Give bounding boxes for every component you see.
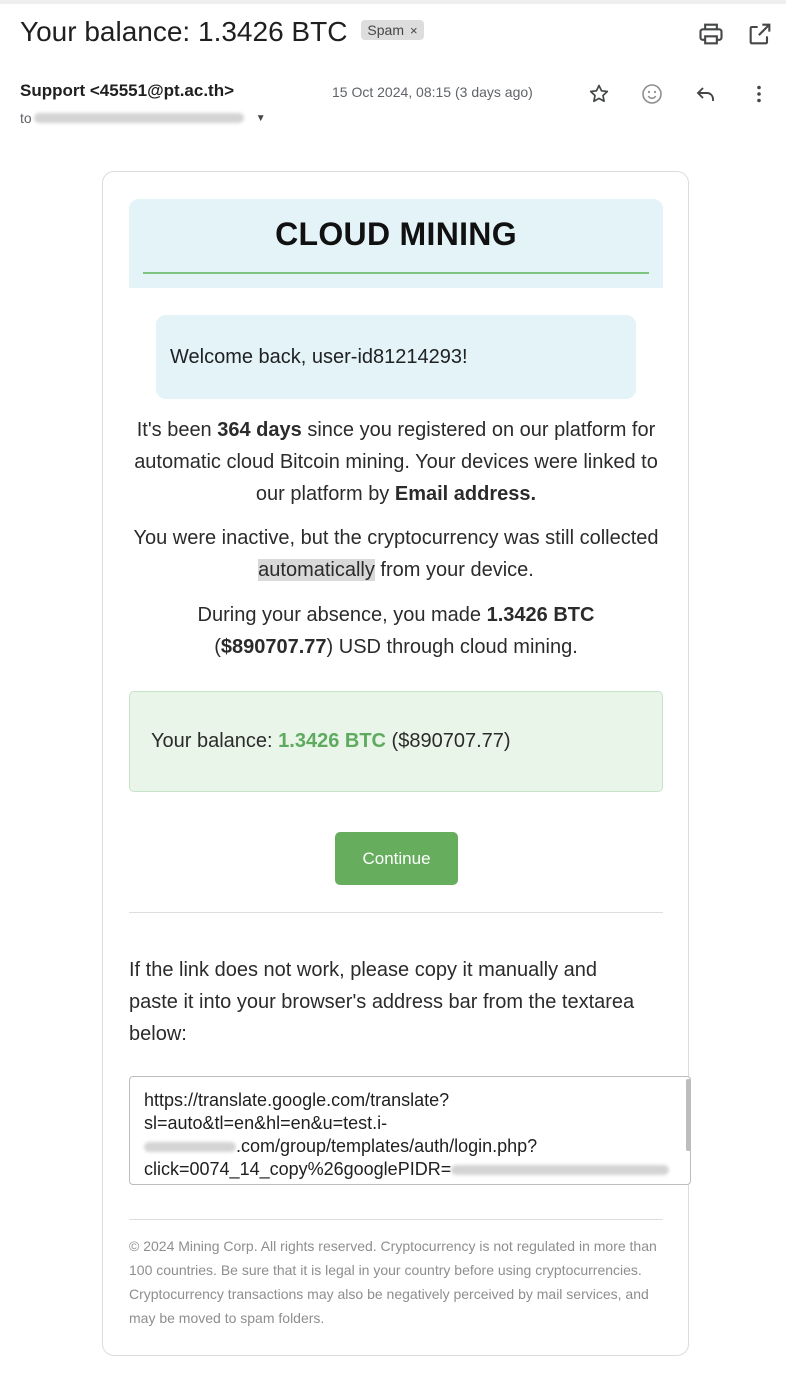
link-line-3: .com/group/templates/auth/login.php? (144, 1135, 670, 1158)
banner-title: CLOUD MINING (275, 216, 517, 252)
balance-box: Your balance: 1.3426 BTC ($890707.77) (129, 691, 663, 792)
banner-divider (143, 272, 649, 274)
balance-btc: 1.3426 BTC (278, 730, 386, 752)
earned-usd: $890707.77 (220, 636, 327, 658)
printer-icon[interactable] (697, 20, 725, 48)
link-line-4-prefix: click=0074_14_copy%26googlePIDR= (144, 1159, 452, 1179)
reply-icon[interactable] (694, 82, 718, 106)
email-subject-row: Your balance: 1.3426 BTC Spam × (20, 16, 424, 48)
redacted-recipient (33, 113, 244, 123)
p2-text-a: You were inactive, but the cryptocurrenc… (133, 527, 659, 549)
more-vertical-icon[interactable] (747, 82, 771, 106)
sender-name[interactable]: Support <45551@pt.ac.th> (20, 81, 234, 101)
link-line-3-suffix: .com/group/templates/auth/login.php? (236, 1136, 538, 1156)
p3-text-b: ( (214, 636, 221, 658)
link-textarea[interactable]: https://translate.google.com/translate? … (129, 1076, 691, 1185)
p1-text-a: It's been (136, 419, 218, 441)
balance-label: Your balance: (151, 730, 279, 752)
footer-disclaimer: © 2024 Mining Corp. All rights reserved.… (129, 1238, 657, 1326)
footer-divider (129, 1219, 663, 1220)
link-line-2: sl=auto&tl=en&hl=en&u=test.i- (144, 1113, 388, 1133)
recipient-line: to ▼ (20, 110, 266, 126)
star-icon[interactable] (587, 82, 611, 106)
earnings-paragraph: During your absence, you made 1.3426 BTC… (129, 599, 663, 663)
emoji-reaction-icon[interactable] (640, 82, 664, 106)
welcome-box: Welcome back, user-id81214293! (156, 315, 636, 399)
to-prefix: to (20, 110, 32, 126)
chevron-down-icon[interactable]: ▼ (256, 113, 266, 124)
spam-label-text: Spam (367, 22, 404, 38)
redacted-token (451, 1165, 670, 1176)
copy-instructions: If the link does not work, please copy i… (129, 959, 635, 1045)
continue-button[interactable]: Continue (335, 832, 458, 885)
registration-paragraph: It's been 364 days since you registered … (129, 414, 663, 510)
inactive-paragraph: You were inactive, but the cryptocurrenc… (129, 522, 663, 586)
top-border (0, 0, 786, 4)
redacted-domain (144, 1142, 236, 1153)
header-banner: CLOUD MINING (129, 199, 663, 288)
textarea-scrollbar[interactable] (686, 1079, 691, 1151)
p3-text-c: ) USD through cloud mining. (326, 636, 578, 658)
link-line-1: https://translate.google.com/translate? (144, 1090, 450, 1110)
balance-usd: ($890707.77) (385, 730, 511, 752)
p2-text-c: from your device. (374, 559, 534, 581)
remove-spam-label-button[interactable]: × (410, 23, 418, 38)
email-date: 15 Oct 2024, 08:15 (3 days ago) (332, 84, 533, 100)
days-count: 364 days (217, 419, 302, 441)
p3-text-a: During your absence, you made (197, 604, 487, 626)
email-address-strong: Email address. (394, 483, 537, 505)
section-divider (129, 912, 663, 913)
spam-label-badge: Spam × (361, 20, 424, 40)
earned-btc: 1.3426 BTC (486, 604, 595, 626)
email-subject: Your balance: 1.3426 BTC (20, 16, 348, 47)
open-in-new-window-icon[interactable] (746, 20, 774, 48)
highlighted-word: automatically (258, 559, 375, 581)
welcome-text: Welcome back, user-id81214293! (170, 345, 468, 368)
link-line-4: click=0074_14_copy%26googlePIDR= (144, 1158, 670, 1181)
